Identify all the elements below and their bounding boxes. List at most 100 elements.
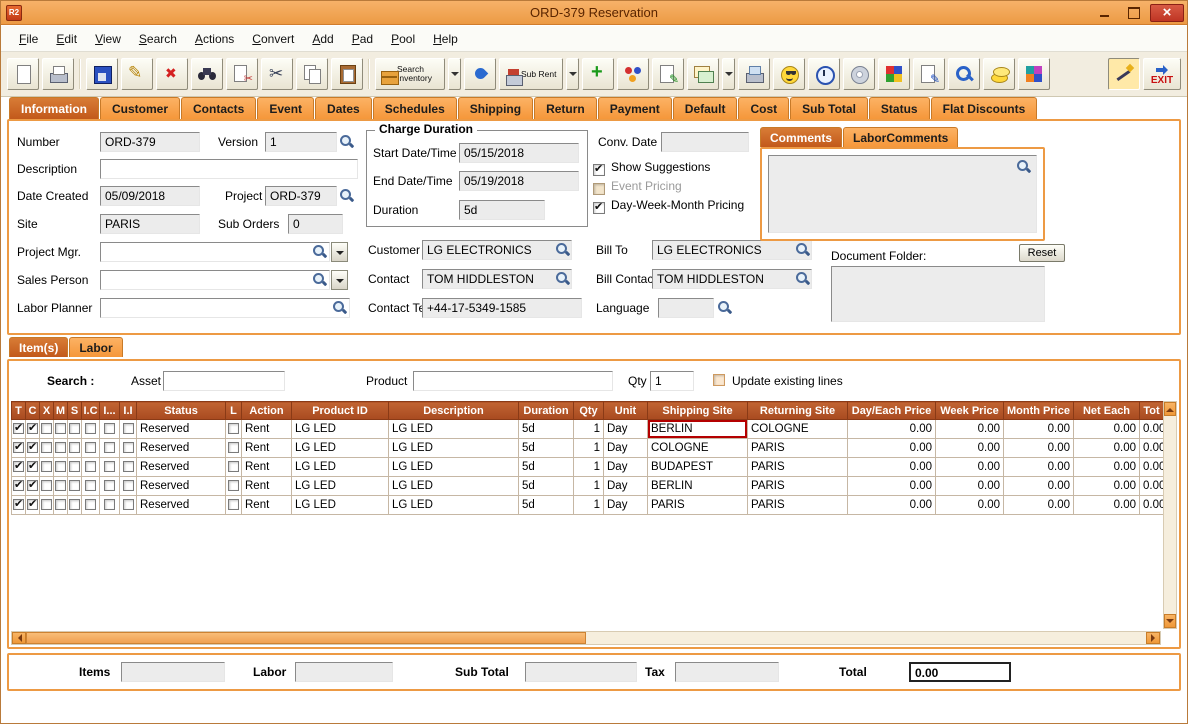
column-header-week-price[interactable]: Week Price xyxy=(935,401,1004,420)
checkbox-ic[interactable] xyxy=(85,442,96,454)
cell-unit[interactable]: Day xyxy=(603,495,648,515)
cell-week-price[interactable]: 0.00 xyxy=(935,495,1004,515)
notes-button[interactable] xyxy=(913,58,945,90)
menu-help[interactable]: Help xyxy=(425,29,466,49)
tab-dates[interactable]: Dates xyxy=(315,97,372,119)
cell-returning-site[interactable]: PARIS xyxy=(747,476,848,496)
cell-shipping-site[interactable]: BUDAPEST xyxy=(647,457,748,477)
checkbox-s[interactable] xyxy=(69,423,80,435)
bill-to-lookup-icon[interactable] xyxy=(795,242,810,257)
column-header[interactable]: T xyxy=(11,401,26,420)
checkbox-x[interactable] xyxy=(41,461,52,473)
checkbox-x[interactable] xyxy=(41,480,52,492)
checkbox-m[interactable] xyxy=(55,442,66,454)
paste-button[interactable] xyxy=(331,58,363,90)
sub-rent-button[interactable]: Sub Rent xyxy=(499,58,563,90)
column-header[interactable]: I.I xyxy=(119,401,137,420)
sales-person-dropdown[interactable] xyxy=(331,270,348,290)
cell-status[interactable]: Reserved xyxy=(136,476,226,496)
menu-edit[interactable]: Edit xyxy=(48,29,85,49)
sub-orders-field[interactable]: 0 xyxy=(288,214,343,234)
checkbox-c[interactable] xyxy=(27,478,38,492)
checkbox-t[interactable] xyxy=(13,478,24,492)
sub-total-field[interactable] xyxy=(525,662,637,682)
cell-net-each[interactable]: 0.00 xyxy=(1073,457,1140,477)
checkbox-c[interactable] xyxy=(27,440,38,454)
cell-qty[interactable]: 1 xyxy=(573,419,604,439)
document-folder-area[interactable] xyxy=(831,266,1045,322)
column-header[interactable]: S xyxy=(67,401,82,420)
checkbox-i[interactable] xyxy=(104,423,115,435)
checkbox-ii[interactable] xyxy=(122,442,134,454)
cell-product-id[interactable]: LG LED xyxy=(291,438,389,458)
checkbox-i[interactable] xyxy=(104,499,115,511)
cell-product-id[interactable]: LG LED xyxy=(291,495,389,515)
project-mgr-field[interactable] xyxy=(100,242,330,262)
add-line-button[interactable] xyxy=(582,58,614,90)
labor-planner-lookup-icon[interactable] xyxy=(332,300,347,315)
checkbox-t[interactable] xyxy=(13,497,24,511)
labor-total-field[interactable] xyxy=(295,662,393,682)
menu-search[interactable]: Search xyxy=(131,29,185,49)
language-field[interactable] xyxy=(658,298,714,318)
column-header[interactable]: C xyxy=(25,401,40,420)
cell-month-price[interactable]: 0.00 xyxy=(1003,476,1074,496)
cell-month-price[interactable]: 0.00 xyxy=(1003,495,1074,515)
fill-button[interactable] xyxy=(464,58,496,90)
cell-duration[interactable]: 5d xyxy=(518,419,574,439)
tab-comments[interactable]: Comments xyxy=(760,127,843,147)
find-button[interactable] xyxy=(191,58,223,90)
cell-status[interactable]: Reserved xyxy=(136,438,226,458)
save-button[interactable] xyxy=(86,58,118,90)
print-form-button[interactable] xyxy=(738,58,770,90)
checkbox-t[interactable] xyxy=(13,440,24,454)
copy-button[interactable] xyxy=(296,58,328,90)
project-mgr-dropdown[interactable] xyxy=(331,242,348,262)
project-field[interactable]: ORD-379 xyxy=(265,186,337,206)
labor-planner-field[interactable] xyxy=(100,298,350,318)
checkbox-x[interactable] xyxy=(41,499,52,511)
cell-qty[interactable]: 1 xyxy=(573,476,604,496)
cell-net-each[interactable]: 0.00 xyxy=(1073,438,1140,458)
checkbox-l[interactable] xyxy=(228,461,239,473)
groups-button[interactable] xyxy=(617,58,649,90)
cell-unit[interactable]: Day xyxy=(603,457,648,477)
tab-information[interactable]: Information xyxy=(9,97,99,119)
conv-date-field[interactable] xyxy=(661,132,749,152)
history-button[interactable] xyxy=(808,58,840,90)
cell-tot[interactable]: 0.00 xyxy=(1139,495,1164,515)
checkbox-ii[interactable] xyxy=(122,499,134,511)
cell-net-each[interactable]: 0.00 xyxy=(1073,476,1140,496)
cards-button[interactable] xyxy=(687,58,719,90)
cell-day-each-price[interactable]: 0.00 xyxy=(847,495,936,515)
edit-button[interactable] xyxy=(121,58,153,90)
cell-week-price[interactable]: 0.00 xyxy=(935,476,1004,496)
customer-field[interactable]: LG ELECTRONICS xyxy=(422,240,572,260)
cut-to-new-button[interactable] xyxy=(226,58,258,90)
version-lookup-icon[interactable] xyxy=(339,134,354,149)
checkbox-i[interactable] xyxy=(104,442,115,454)
checkbox-m[interactable] xyxy=(55,423,66,435)
tab-sub-total[interactable]: Sub Total xyxy=(790,97,868,119)
tab-contacts[interactable]: Contacts xyxy=(181,97,257,119)
checkbox-l[interactable] xyxy=(228,499,239,511)
cell-returning-site[interactable]: PARIS xyxy=(747,438,848,458)
cell-week-price[interactable]: 0.00 xyxy=(935,438,1004,458)
column-header-duration[interactable]: Duration xyxy=(518,401,574,420)
horizontal-scrollbar[interactable] xyxy=(11,631,1161,645)
cell-returning-site[interactable]: COLOGNE xyxy=(747,419,848,439)
checkbox-i[interactable] xyxy=(104,480,115,492)
media-button[interactable] xyxy=(843,58,875,90)
bill-contact-lookup-icon[interactable] xyxy=(795,271,810,286)
column-header-returning-site[interactable]: Returning Site xyxy=(747,401,848,420)
cell-unit[interactable]: Day xyxy=(603,476,648,496)
checkbox-c[interactable] xyxy=(27,459,38,473)
comments-textarea[interactable] xyxy=(768,155,1037,233)
column-header-unit[interactable]: Unit xyxy=(603,401,648,420)
delete-button[interactable] xyxy=(156,58,188,90)
cell-day-each-price[interactable]: 0.00 xyxy=(847,438,936,458)
cell-day-each-price[interactable]: 0.00 xyxy=(847,419,936,439)
scroll-up-button[interactable] xyxy=(1164,402,1176,416)
cell-product-id[interactable]: LG LED xyxy=(291,476,389,496)
cell-qty[interactable]: 1 xyxy=(573,438,604,458)
